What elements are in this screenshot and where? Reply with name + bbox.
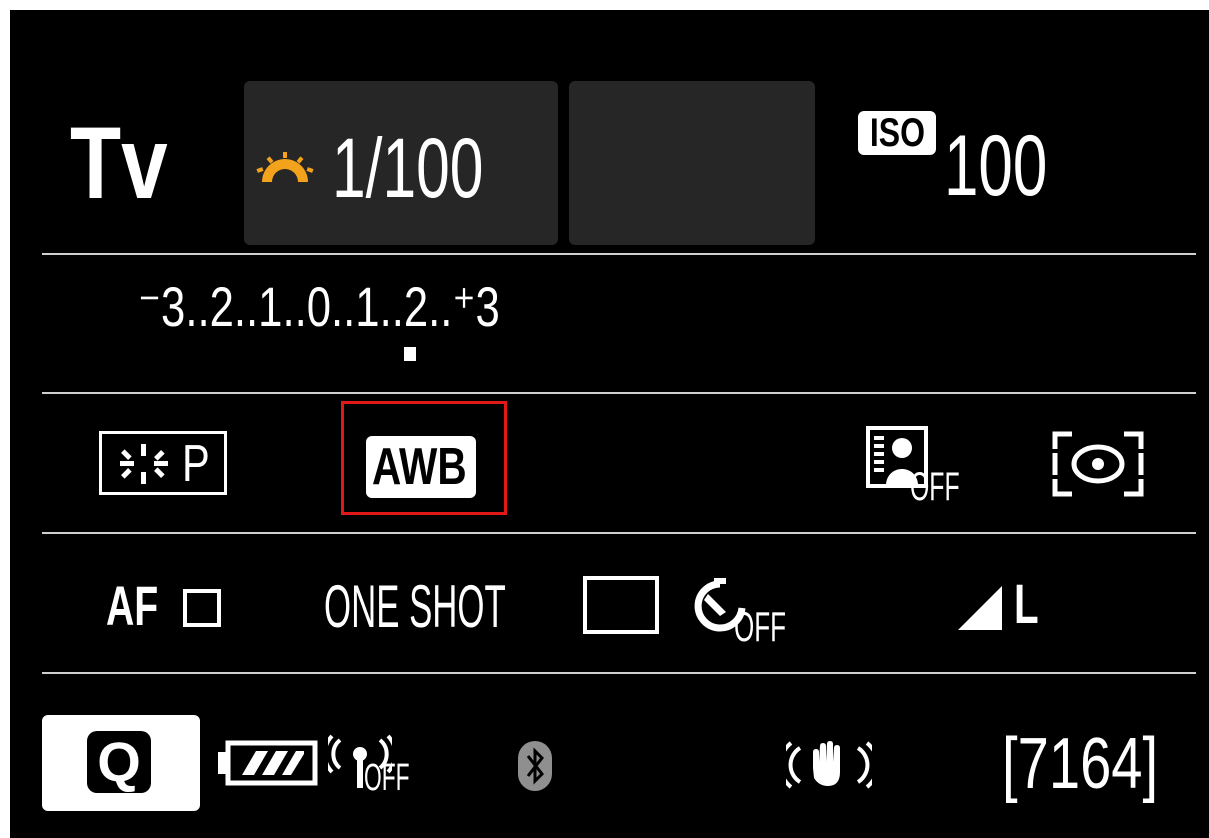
- image-quality-setting[interactable]: L: [956, 574, 1056, 638]
- fine-quality-icon: [958, 586, 1002, 630]
- quick-control-button[interactable]: Q: [42, 715, 200, 811]
- divider: [42, 532, 1196, 534]
- picture-style-setting[interactable]: P: [99, 431, 227, 495]
- divider: [42, 672, 1196, 674]
- divider: [42, 253, 1196, 255]
- camera-quick-control-screen: Tv 1/100 ISO 100 ⁻3..2..1..0..1..2..⁺3 P…: [10, 10, 1209, 838]
- battery-full-icon: [218, 740, 318, 786]
- af-area-setting[interactable]: AF: [106, 574, 246, 638]
- picture-style-icon: [120, 444, 168, 484]
- iso-badge: ISO: [858, 111, 936, 155]
- auto-lighting-optimizer-setting[interactable]: OFF: [866, 426, 966, 509]
- exposure-indicator: [404, 347, 416, 361]
- single-point-af-icon: [183, 589, 221, 627]
- exposure-compensation-scale[interactable]: ⁻3..2..1..0..1..2..⁺3: [138, 272, 602, 342]
- evaluative-metering-icon[interactable]: [1052, 431, 1144, 497]
- self-timer-setting[interactable]: OFF: [692, 572, 802, 652]
- shooting-mode: Tv: [70, 106, 168, 220]
- shots-remaining: [7164]: [1002, 724, 1159, 804]
- iso-value: 100: [944, 118, 1048, 214]
- aperture-panel[interactable]: [569, 81, 815, 245]
- shutter-speed-value: 1/100: [332, 121, 484, 215]
- single-shooting-icon[interactable]: [583, 576, 659, 634]
- image-stabilizer-icon: [786, 741, 872, 789]
- wifi-setting[interactable]: OFF: [328, 734, 428, 800]
- bluetooth-icon: [518, 741, 552, 791]
- white-balance-badge[interactable]: AWB: [366, 436, 476, 498]
- divider: [42, 392, 1196, 394]
- shutter-priority-dial-icon: [256, 152, 314, 182]
